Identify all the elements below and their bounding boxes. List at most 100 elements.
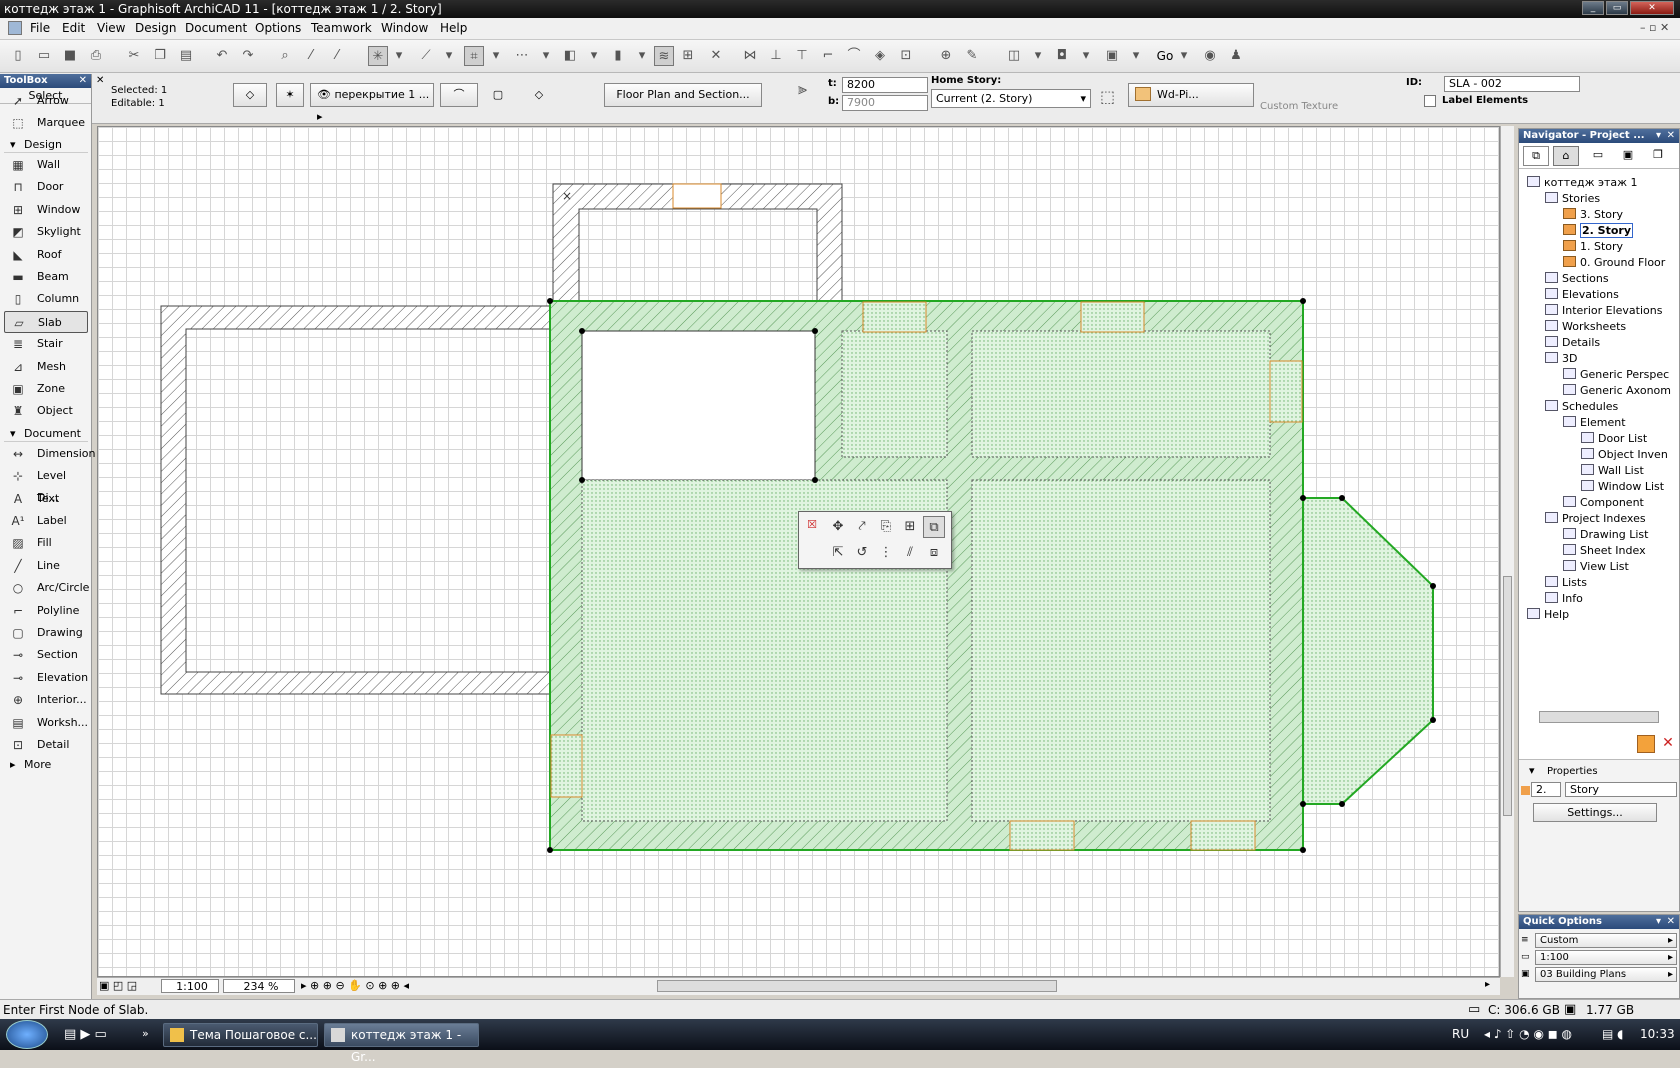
clock[interactable]: 10:33 <box>1640 1027 1675 1041</box>
trim-icon[interactable]: ⊤ <box>792 46 812 66</box>
label-elements-checkbox[interactable] <box>1424 95 1436 107</box>
dropdown-icon[interactable]: ▾ <box>490 46 502 66</box>
info-box-close-icon[interactable]: ✕ <box>96 75 104 86</box>
nav-item[interactable]: коттедж этаж 1 <box>1527 175 1638 191</box>
mirror-icon[interactable]: ⊞ <box>899 516 921 538</box>
nav-item[interactable]: Sections <box>1545 271 1609 287</box>
nav-item[interactable]: Worksheets <box>1545 319 1626 335</box>
walk-icon[interactable]: ♟ <box>1226 46 1246 66</box>
taskbar-item-archicad[interactable]: коттедж этаж 1 - Gr... <box>324 1023 479 1064</box>
settings-button[interactable]: Settings... <box>1533 803 1657 822</box>
grid-snap-icon[interactable]: ⋯ <box>512 46 532 66</box>
left-wing-walls[interactable] <box>160 305 554 695</box>
polygon-method-icon[interactable]: ⌒ <box>440 83 478 107</box>
tool-detail[interactable]: ⊡ Detail <box>4 734 88 756</box>
delete-icon[interactable]: ✕ <box>1659 735 1677 753</box>
tool-window[interactable]: ⊞ Window <box>4 199 88 221</box>
resize-icon[interactable]: ⧈ <box>923 542 945 564</box>
material-selector[interactable]: Wd-Pi... <box>1128 83 1254 107</box>
more-group-header[interactable]: ▸ More <box>4 756 88 773</box>
suspend-groups-icon[interactable]: ⌗ <box>464 46 484 66</box>
tool-drawing[interactable]: ▢ Drawing <box>4 622 88 644</box>
top-window[interactable] <box>672 183 722 209</box>
tool-roof[interactable]: ◣ Roof <box>4 244 88 266</box>
dropdown-icon[interactable]: ▾ <box>1178 46 1190 66</box>
property-name[interactable]: Story <box>1565 782 1677 797</box>
tray-network-icon[interactable]: ▤ ◖ <box>1602 1027 1623 1041</box>
tool-slab[interactable]: ▱ Slab <box>4 310 88 333</box>
tool-line[interactable]: ╱ Line <box>4 555 88 577</box>
redo-icon[interactable]: ↷ <box>238 46 258 66</box>
stretch-icon[interactable]: ⫽ <box>899 542 921 564</box>
close-icon[interactable]: ✕ <box>79 74 87 88</box>
project-map-icon[interactable]: ⧉ <box>1523 146 1549 166</box>
tool-zone[interactable]: ▣ Zone <box>4 378 88 400</box>
tool-arc-circle[interactable]: ○ Arc/Circle <box>4 577 90 599</box>
minimize-button[interactable]: _ <box>1582 1 1604 15</box>
window-opening[interactable] <box>1009 820 1075 851</box>
dropdown-icon[interactable]: ▾ <box>1032 46 1044 66</box>
rectangle-method-icon[interactable]: ▢ <box>488 83 508 107</box>
tool-label[interactable]: A¹ Label <box>4 510 88 532</box>
tool-fill[interactable]: ▨ Fill <box>4 532 88 554</box>
home-story-select[interactable]: Current (2. Story) ▾ <box>931 89 1091 108</box>
nav-item[interactable]: Elevations <box>1545 287 1619 303</box>
nav-item[interactable]: Interior Elevations <box>1545 303 1662 319</box>
door-opening[interactable] <box>550 734 583 798</box>
organizer-icon[interactable]: ❐ <box>1645 146 1671 166</box>
3d-view-icon[interactable]: ◘ <box>1052 46 1072 66</box>
window-opening[interactable] <box>862 301 927 333</box>
open-icon[interactable]: ▭ <box>34 46 54 66</box>
zoom-field[interactable]: 234 % <box>223 979 295 993</box>
dropdown-icon[interactable]: ▾ <box>1080 46 1092 66</box>
tool-section[interactable]: ⊸ Section <box>4 644 88 666</box>
tool-skylight[interactable]: ◩ Skylight <box>4 221 88 243</box>
rotate-copy-icon[interactable]: ↺ <box>851 542 873 564</box>
menu-edit[interactable]: Edit <box>62 21 85 35</box>
horizontal-scroll-thumb[interactable] <box>657 980 1057 992</box>
close-button[interactable]: ✕ <box>1630 1 1674 15</box>
publisher-icon[interactable]: ▣ <box>1615 146 1641 166</box>
dimension-icon[interactable]: ⊞ <box>678 46 698 66</box>
tool-level-dimension[interactable]: ⊹ Level Di... <box>4 465 88 504</box>
tool-column[interactable]: ▯ Column <box>4 288 88 310</box>
window-opening[interactable] <box>1269 360 1303 423</box>
tool-door[interactable]: ⊓ Door <box>4 176 88 198</box>
nav-item[interactable]: Help <box>1527 607 1569 623</box>
layer-icon[interactable]: ◧ <box>560 46 580 66</box>
new-icon[interactable]: ▯ <box>8 46 28 66</box>
floor-plan-canvas[interactable]: × ☒ ✥ ⤤ ⎘ ⊞ ⧉ ⇱ ↺ ⋮ ⫽ ⧈ <box>97 126 1500 977</box>
chevron-down-icon[interactable]: ▾ <box>1656 915 1661 929</box>
nav-item[interactable]: 2. Story <box>1563 223 1633 239</box>
nav-item[interactable]: Info <box>1545 591 1583 607</box>
delete-icon[interactable]: ✕ <box>706 46 726 66</box>
layer-selector[interactable]: 👁 перекрытие 1 ... ▸ <box>310 83 434 123</box>
nav-item[interactable]: Schedules <box>1545 399 1618 415</box>
nav-item[interactable]: Sheet Index <box>1563 543 1646 559</box>
tool-object[interactable]: ♜ Object <box>4 400 88 422</box>
menu-design[interactable]: Design <box>135 21 176 35</box>
window-opening[interactable] <box>1190 820 1256 851</box>
paste-icon[interactable]: ▤ <box>176 46 196 66</box>
tool-beam[interactable]: ▬ Beam <box>4 266 88 288</box>
explode-icon[interactable]: ⊡ <box>896 46 916 66</box>
quicklaunch-icons[interactable]: ▤ ▶ ▭ <box>64 1027 107 1042</box>
nav-item[interactable]: 3D <box>1545 351 1577 367</box>
menu-teamwork[interactable]: Teamwork <box>311 21 372 35</box>
design-group-header[interactable]: ▾ Design <box>4 136 88 153</box>
tool-elevation[interactable]: ⊸ Elevation <box>4 667 88 689</box>
tool-arrow[interactable]: ➚ Arrow <box>4 90 88 112</box>
nav-item[interactable]: Element <box>1563 415 1626 431</box>
layer-combination-select[interactable]: Custom ▸ <box>1535 933 1677 948</box>
nav-item[interactable]: 1. Story <box>1563 239 1623 255</box>
dropdown-icon[interactable]: ▾ <box>393 46 405 66</box>
save-icon[interactable]: ■ <box>60 46 80 66</box>
scale-select[interactable]: 1:100 ▸ <box>1535 950 1677 965</box>
bottom-elevation-field[interactable]: 7900 <box>842 95 928 111</box>
adjust-icon[interactable]: ⊥ <box>766 46 786 66</box>
nav-item[interactable]: Window List <box>1581 479 1664 495</box>
chevron-down-icon[interactable]: ▾ <box>1656 129 1661 143</box>
dropdown-icon[interactable]: ▾ <box>443 46 455 66</box>
drag-copy-icon[interactable]: ⤤ <box>851 516 873 538</box>
tray-icons[interactable]: ◂ ♪ ⇧ ◔ ◉ ◼ ◍ <box>1484 1027 1572 1041</box>
